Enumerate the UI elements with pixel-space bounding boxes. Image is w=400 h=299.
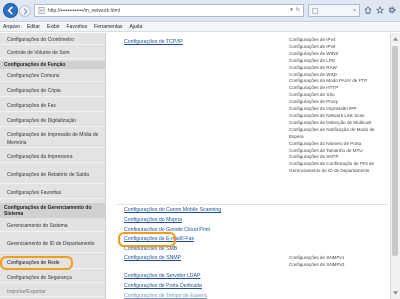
link-tcpip-settings[interactable]: Configurações de TCP/IP — [124, 39, 183, 45]
menu-file[interactable]: Arquivo — [3, 24, 20, 30]
menu-help[interactable]: Ajuda — [129, 24, 142, 30]
sidebar-item-report-output[interactable]: Configurações de Relatório de Saída — [0, 166, 105, 184]
refresh-icon[interactable]: ↻ — [296, 7, 300, 13]
tcpip-subitem[interactable]: Configurações de IPv6 — [289, 44, 387, 51]
menu-view[interactable]: Exibir — [47, 24, 60, 30]
tcpip-subitem[interactable]: Configurações de IPv4 — [289, 37, 387, 44]
snmp-subitem[interactable]: Configurações de SNMPv1 — [289, 255, 344, 262]
link-snmp[interactable]: Configurações de SNMP — [124, 255, 181, 261]
menu-tools[interactable]: Ferramentas — [94, 24, 122, 30]
sidebar-item-volume[interactable]: Controle de Volume de Som — [0, 48, 105, 59]
sidebar-item-scan[interactable]: Configurações de Digitalização — [0, 116, 105, 127]
scroll-down-icon[interactable] — [391, 289, 399, 297]
home-icon[interactable] — [363, 5, 372, 14]
link-wait-time[interactable]: Configurações de Tempo de Espera — [124, 293, 207, 299]
snmp-sublist: Configurações de SNMPv1 Configurações de… — [289, 255, 344, 269]
link-google-cloud-print[interactable]: Configurações do Google Cloud Print — [124, 227, 210, 231]
tcpip-subitem[interactable]: Configurações de Network Link Scan — [289, 113, 387, 120]
tcpip-subitem[interactable]: Configurações de SSL — [289, 92, 387, 99]
link-dedicated-port[interactable]: Configurações de Porta Dedicada — [124, 283, 202, 289]
settings-sidebar: Configurações do Cronômetro Controle de … — [0, 33, 106, 299]
menu-favorites[interactable]: Favoritos — [67, 24, 88, 30]
tcpip-subitem[interactable]: Configurações de WSD — [289, 72, 387, 79]
tcpip-subitem[interactable]: Configurações de SNTP — [289, 154, 387, 161]
sidebar-header-system-management: Configurações de Gerenciamento do Sistem… — [0, 203, 105, 218]
sidebar-item-security[interactable]: Configurações de Segurança — [0, 273, 105, 283]
divider — [117, 204, 387, 205]
url-text: http://•••••••••••••/m_network.html — [48, 7, 120, 14]
tcpip-subitem[interactable]: Configurações de Impressão IPP — [289, 106, 387, 113]
arrow-right-icon — [23, 7, 28, 15]
tcpip-subitem[interactable]: Configurações de Detecção de Multicast — [289, 120, 381, 127]
sidebar-item-fax[interactable]: Configurações de Fax — [0, 101, 105, 112]
tcpip-subitem[interactable]: Configurações de HTTP — [289, 85, 387, 92]
sidebar-item-memory-media-print[interactable]: Configurações de Impressão de Mídia de M… — [0, 130, 105, 148]
tcpip-subitem[interactable]: Configurações de Confirmação de PIN de G… — [289, 161, 381, 175]
link-ldap-server[interactable]: Configurações de Servidor LDAP — [124, 273, 200, 279]
tcpip-subitem[interactable]: Configurações de RAW — [289, 65, 387, 72]
link-mopria[interactable]: Configurações do Mopria — [124, 217, 182, 223]
star-icon[interactable] — [375, 5, 384, 14]
tcpip-subitem[interactable]: Configurações de Tamanho de MTU — [289, 148, 387, 155]
snmp-subitem[interactable]: Configurações de SNMPv3 — [289, 262, 344, 269]
page-icon — [38, 7, 45, 14]
highlight-ring-network — [0, 256, 73, 270]
tcpip-subitem[interactable]: Configurações de LPD — [289, 58, 387, 65]
arrow-left-icon — [7, 6, 13, 15]
browser-tab[interactable]: × — [308, 4, 360, 17]
address-bar[interactable]: http://•••••••••••••/m_network.html ▾ ↻ — [34, 4, 304, 17]
link-canon-mobile-scanning[interactable]: Configurações do Canon Mobile Scanning — [124, 207, 221, 213]
close-tab-icon[interactable]: × — [353, 8, 356, 14]
page-icon — [312, 7, 318, 14]
tcpip-subitem[interactable]: Configurações de Proxy — [289, 99, 387, 106]
tcpip-subitem[interactable]: Configurações do Modo PASV de FTP — [289, 78, 387, 85]
menu-edit[interactable]: Editar — [27, 24, 40, 30]
network-settings-content: Configurações de TCP/IP Configurações de… — [107, 33, 390, 299]
back-button[interactable] — [3, 3, 18, 18]
gear-icon[interactable] — [387, 5, 396, 14]
sidebar-item-import-export[interactable]: Importar/Exportar — [0, 287, 105, 297]
highlight-ring-email-ifax — [118, 232, 176, 247]
sidebar-item-favorites[interactable]: Configurações Favoritas — [0, 188, 105, 199]
scrollbar-thumb[interactable] — [392, 46, 398, 256]
browser-toolbar: http://•••••••••••••/m_network.html ▾ ↻ … — [0, 0, 400, 22]
sidebar-item-printer[interactable]: Configurações da Impressora — [0, 152, 105, 163]
menu-bar: Arquivo Editar Exibir Favoritos Ferramen… — [0, 23, 400, 32]
tcpip-subitem[interactable]: Configurações de Notificação de Modo de … — [289, 127, 381, 141]
sidebar-item-common[interactable]: Configurações Comuns — [0, 71, 105, 82]
search-dropdown-icon[interactable]: ▾ — [290, 7, 293, 13]
tcpip-sublist: Configurações de IPv4 Configurações de I… — [289, 37, 387, 175]
tcpip-subitem[interactable]: Configurações do Número de Porta — [289, 141, 387, 148]
sidebar-item-timer[interactable]: Configurações do Cronômetro — [0, 35, 105, 45]
scroll-up-icon[interactable] — [391, 35, 399, 43]
sidebar-item-copy[interactable]: Configurações de Cópia — [0, 86, 105, 97]
sidebar-header-function: Configurações de Função — [0, 61, 105, 69]
sidebar-item-system-management[interactable]: Gerenciamento do Sistema — [0, 221, 105, 232]
sidebar-item-department-id[interactable]: Gerenciamento de ID de Departamento — [0, 235, 105, 253]
tcpip-subitem[interactable]: Configurações de WINS — [289, 51, 387, 58]
forward-button[interactable] — [19, 5, 31, 17]
